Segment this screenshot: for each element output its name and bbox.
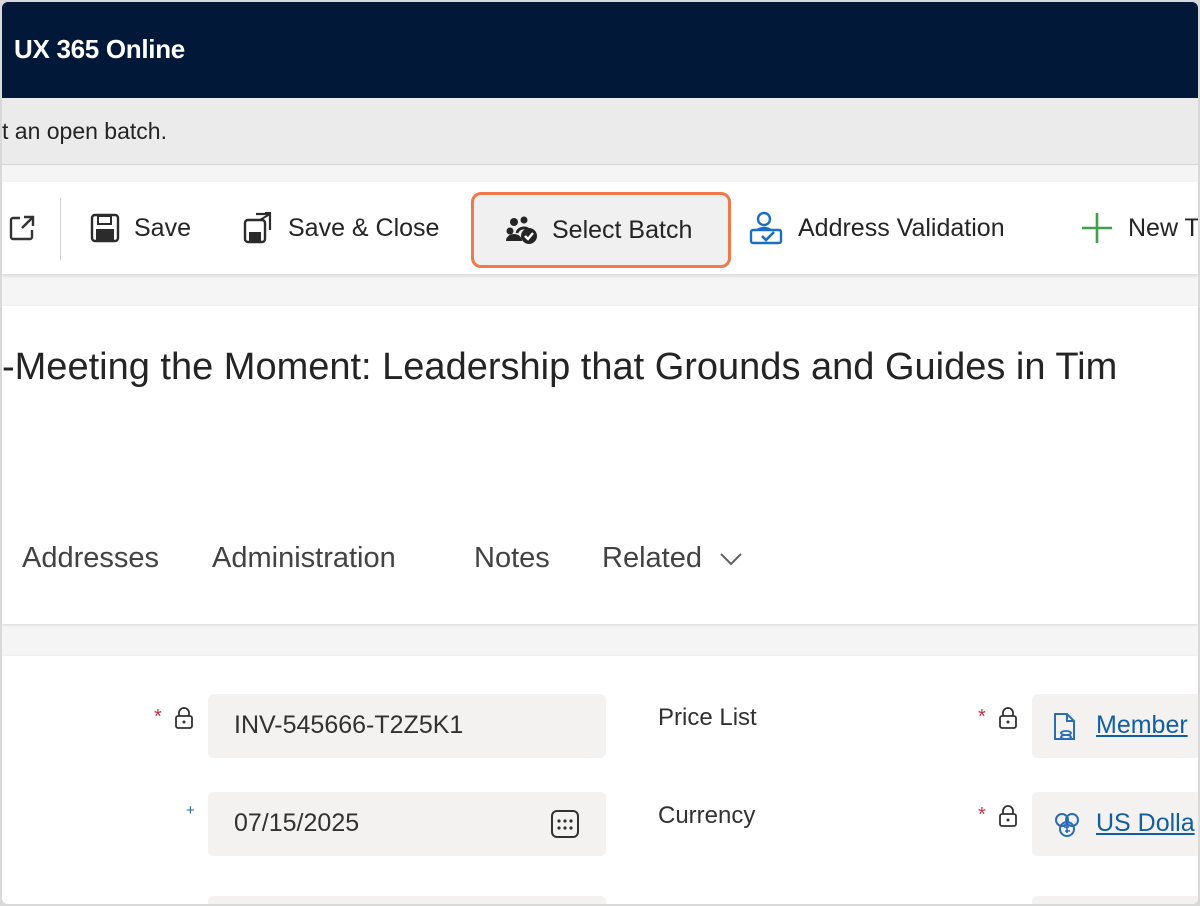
required-marker: * [978, 706, 986, 728]
plus-icon [1082, 213, 1112, 243]
save-and-close-button[interactable]: Save & Close [242, 182, 439, 274]
currency-lookup[interactable]: US Dolla [1032, 792, 1198, 856]
calendar-icon[interactable] [550, 809, 580, 839]
date-field[interactable]: 07/15/2025 [208, 792, 606, 856]
address-validation-label: Address Validation [798, 213, 1005, 242]
currency-label: Currency [658, 802, 756, 829]
price-list-lookup[interactable]: Member [1032, 694, 1198, 758]
tab-related[interactable]: Related [602, 542, 744, 575]
save-icon [90, 213, 120, 243]
open-in-new-window-icon [9, 215, 35, 241]
new-button[interactable]: New T [1080, 182, 1198, 274]
invoice-number-field[interactable]: INV-545666-T2Z5K1 [208, 694, 606, 758]
record-title: -Meeting the Moment: Leadership that Gro… [2, 346, 1118, 388]
next-lookup[interactable] [1032, 896, 1198, 904]
lock-icon [999, 805, 1017, 827]
price-list-label: Price List [658, 704, 757, 731]
record-header: -Meeting the Moment: Leadership that Gro… [2, 306, 1198, 624]
form-section: * INV-545666-T2Z5K1 Price List * Member … [2, 656, 1198, 904]
date-value: 07/15/2025 [234, 809, 360, 837]
command-divider [60, 198, 61, 260]
recommended-marker: + [186, 802, 195, 819]
save-and-close-label: Save & Close [288, 213, 440, 242]
lock-icon [175, 707, 193, 729]
app-window: UX 365 Online t an open batch. Save Save… [2, 2, 1198, 904]
save-and-close-icon [243, 212, 272, 244]
notification-bar: t an open batch. [2, 98, 1198, 165]
select-batch-content: Select Batch [504, 184, 692, 276]
lock-icon [999, 707, 1017, 729]
tab-administration[interactable]: Administration [212, 542, 396, 575]
address-validation-button[interactable]: Address Validation [748, 182, 1005, 274]
select-batch-label: Select Batch [552, 215, 693, 244]
price-list-link[interactable]: Member [1096, 711, 1188, 740]
app-title[interactable]: UX 365 Online [14, 34, 185, 65]
tab-addresses[interactable]: Addresses [22, 542, 159, 575]
address-validation-icon [749, 211, 783, 245]
save-label: Save [134, 213, 191, 242]
next-field[interactable] [208, 896, 606, 904]
tab-related-label: Related [602, 542, 702, 574]
price-list-entity-icon [1054, 713, 1075, 740]
required-marker: * [154, 706, 162, 728]
select-batch-icon [506, 216, 537, 244]
select-batch-button[interactable]: Select Batch [471, 192, 731, 268]
required-marker: * [978, 804, 986, 826]
open-in-new-window-button[interactable] [6, 182, 38, 274]
invoice-number-value: INV-545666-T2Z5K1 [234, 711, 464, 739]
top-navigation-bar: UX 365 Online [2, 2, 1198, 98]
save-button[interactable]: Save [90, 182, 191, 274]
notification-text: t an open batch. [2, 118, 167, 144]
currency-link[interactable]: US Dolla [1096, 809, 1195, 838]
tab-notes[interactable]: Notes [474, 542, 550, 575]
new-label: New T [1128, 213, 1198, 242]
chevron-down-icon [720, 552, 742, 565]
currency-entity-icon [1055, 813, 1079, 837]
